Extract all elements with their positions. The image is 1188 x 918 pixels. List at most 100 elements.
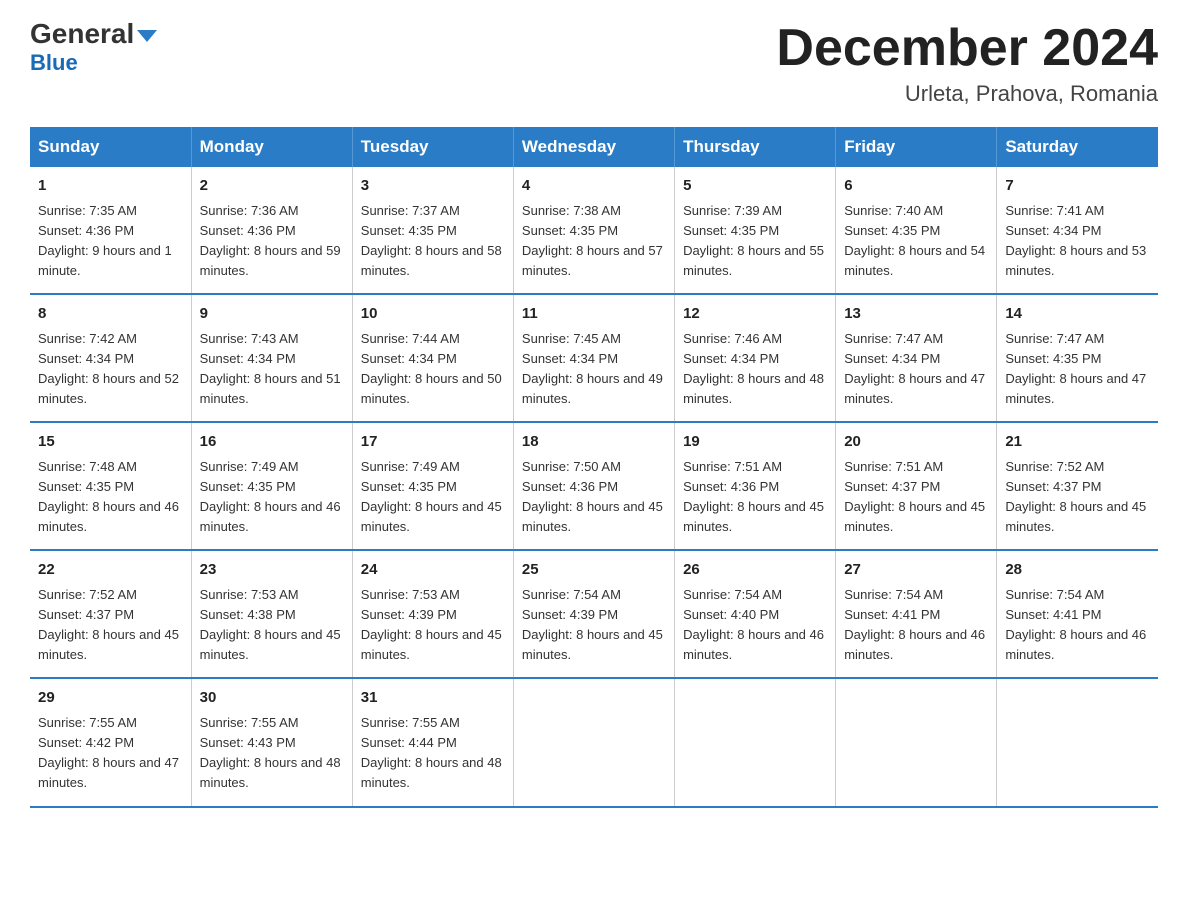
header-monday: Monday <box>191 127 352 167</box>
day-cell-30: 30 Sunrise: 7:55 AMSunset: 4:43 PMDaylig… <box>191 678 352 806</box>
day-number: 14 <box>1005 303 1150 326</box>
week-row-5: 29 Sunrise: 7:55 AMSunset: 4:42 PMDaylig… <box>30 678 1158 806</box>
day-info: Sunrise: 7:47 AMSunset: 4:34 PMDaylight:… <box>844 329 988 410</box>
day-cell-3: 3 Sunrise: 7:37 AMSunset: 4:35 PMDayligh… <box>352 167 513 294</box>
day-info: Sunrise: 7:40 AMSunset: 4:35 PMDaylight:… <box>844 201 988 282</box>
day-info: Sunrise: 7:49 AMSunset: 4:35 PMDaylight:… <box>200 457 344 538</box>
logo-general: General <box>30 20 157 48</box>
day-cell-13: 13 Sunrise: 7:47 AMSunset: 4:34 PMDaylig… <box>836 294 997 422</box>
day-number: 5 <box>683 175 827 198</box>
page-header: General Blue December 2024 Urleta, Praho… <box>30 20 1158 107</box>
day-cell-11: 11 Sunrise: 7:45 AMSunset: 4:34 PMDaylig… <box>513 294 674 422</box>
week-row-3: 15 Sunrise: 7:48 AMSunset: 4:35 PMDaylig… <box>30 422 1158 550</box>
day-cell-14: 14 Sunrise: 7:47 AMSunset: 4:35 PMDaylig… <box>997 294 1158 422</box>
day-number: 15 <box>38 431 183 454</box>
day-number: 25 <box>522 559 666 582</box>
day-info: Sunrise: 7:55 AMSunset: 4:43 PMDaylight:… <box>200 713 344 794</box>
day-number: 24 <box>361 559 505 582</box>
day-number: 21 <box>1005 431 1150 454</box>
day-number: 3 <box>361 175 505 198</box>
location: Urleta, Prahova, Romania <box>776 81 1158 107</box>
day-number: 8 <box>38 303 183 326</box>
day-info: Sunrise: 7:54 AMSunset: 4:41 PMDaylight:… <box>844 585 988 666</box>
day-cell-20: 20 Sunrise: 7:51 AMSunset: 4:37 PMDaylig… <box>836 422 997 550</box>
day-cell-17: 17 Sunrise: 7:49 AMSunset: 4:35 PMDaylig… <box>352 422 513 550</box>
day-cell-8: 8 Sunrise: 7:42 AMSunset: 4:34 PMDayligh… <box>30 294 191 422</box>
day-number: 27 <box>844 559 988 582</box>
day-cell-9: 9 Sunrise: 7:43 AMSunset: 4:34 PMDayligh… <box>191 294 352 422</box>
header-saturday: Saturday <box>997 127 1158 167</box>
day-info: Sunrise: 7:54 AMSunset: 4:41 PMDaylight:… <box>1005 585 1150 666</box>
header-friday: Friday <box>836 127 997 167</box>
empty-cell <box>836 678 997 806</box>
day-number: 13 <box>844 303 988 326</box>
day-info: Sunrise: 7:51 AMSunset: 4:37 PMDaylight:… <box>844 457 988 538</box>
day-info: Sunrise: 7:52 AMSunset: 4:37 PMDaylight:… <box>1005 457 1150 538</box>
day-info: Sunrise: 7:39 AMSunset: 4:35 PMDaylight:… <box>683 201 827 282</box>
day-info: Sunrise: 7:51 AMSunset: 4:36 PMDaylight:… <box>683 457 827 538</box>
day-number: 4 <box>522 175 666 198</box>
day-number: 2 <box>200 175 344 198</box>
day-cell-16: 16 Sunrise: 7:49 AMSunset: 4:35 PMDaylig… <box>191 422 352 550</box>
day-cell-19: 19 Sunrise: 7:51 AMSunset: 4:36 PMDaylig… <box>675 422 836 550</box>
day-cell-4: 4 Sunrise: 7:38 AMSunset: 4:35 PMDayligh… <box>513 167 674 294</box>
day-cell-22: 22 Sunrise: 7:52 AMSunset: 4:37 PMDaylig… <box>30 550 191 678</box>
day-info: Sunrise: 7:38 AMSunset: 4:35 PMDaylight:… <box>522 201 666 282</box>
empty-cell <box>513 678 674 806</box>
day-cell-25: 25 Sunrise: 7:54 AMSunset: 4:39 PMDaylig… <box>513 550 674 678</box>
header-thursday: Thursday <box>675 127 836 167</box>
day-number: 28 <box>1005 559 1150 582</box>
day-number: 6 <box>844 175 988 198</box>
day-cell-7: 7 Sunrise: 7:41 AMSunset: 4:34 PMDayligh… <box>997 167 1158 294</box>
day-info: Sunrise: 7:52 AMSunset: 4:37 PMDaylight:… <box>38 585 183 666</box>
day-cell-28: 28 Sunrise: 7:54 AMSunset: 4:41 PMDaylig… <box>997 550 1158 678</box>
week-row-2: 8 Sunrise: 7:42 AMSunset: 4:34 PMDayligh… <box>30 294 1158 422</box>
day-info: Sunrise: 7:53 AMSunset: 4:39 PMDaylight:… <box>361 585 505 666</box>
day-number: 29 <box>38 687 183 710</box>
day-info: Sunrise: 7:47 AMSunset: 4:35 PMDaylight:… <box>1005 329 1150 410</box>
empty-cell <box>997 678 1158 806</box>
day-cell-12: 12 Sunrise: 7:46 AMSunset: 4:34 PMDaylig… <box>675 294 836 422</box>
empty-cell <box>675 678 836 806</box>
logo-blue-text: Blue <box>30 50 78 76</box>
day-cell-24: 24 Sunrise: 7:53 AMSunset: 4:39 PMDaylig… <box>352 550 513 678</box>
month-title: December 2024 <box>776 20 1158 77</box>
day-number: 22 <box>38 559 183 582</box>
day-number: 7 <box>1005 175 1150 198</box>
week-row-1: 1 Sunrise: 7:35 AMSunset: 4:36 PMDayligh… <box>30 167 1158 294</box>
day-cell-2: 2 Sunrise: 7:36 AMSunset: 4:36 PMDayligh… <box>191 167 352 294</box>
day-info: Sunrise: 7:41 AMSunset: 4:34 PMDaylight:… <box>1005 201 1150 282</box>
day-cell-21: 21 Sunrise: 7:52 AMSunset: 4:37 PMDaylig… <box>997 422 1158 550</box>
day-cell-15: 15 Sunrise: 7:48 AMSunset: 4:35 PMDaylig… <box>30 422 191 550</box>
day-info: Sunrise: 7:42 AMSunset: 4:34 PMDaylight:… <box>38 329 183 410</box>
day-number: 12 <box>683 303 827 326</box>
day-number: 11 <box>522 303 666 326</box>
day-cell-5: 5 Sunrise: 7:39 AMSunset: 4:35 PMDayligh… <box>675 167 836 294</box>
day-number: 10 <box>361 303 505 326</box>
day-cell-27: 27 Sunrise: 7:54 AMSunset: 4:41 PMDaylig… <box>836 550 997 678</box>
week-row-4: 22 Sunrise: 7:52 AMSunset: 4:37 PMDaylig… <box>30 550 1158 678</box>
day-info: Sunrise: 7:54 AMSunset: 4:39 PMDaylight:… <box>522 585 666 666</box>
day-number: 20 <box>844 431 988 454</box>
day-number: 23 <box>200 559 344 582</box>
calendar-header-row: SundayMondayTuesdayWednesdayThursdayFrid… <box>30 127 1158 167</box>
header-sunday: Sunday <box>30 127 191 167</box>
day-info: Sunrise: 7:55 AMSunset: 4:42 PMDaylight:… <box>38 713 183 794</box>
title-block: December 2024 Urleta, Prahova, Romania <box>776 20 1158 107</box>
day-info: Sunrise: 7:37 AMSunset: 4:35 PMDaylight:… <box>361 201 505 282</box>
day-number: 18 <box>522 431 666 454</box>
day-cell-1: 1 Sunrise: 7:35 AMSunset: 4:36 PMDayligh… <box>30 167 191 294</box>
day-cell-18: 18 Sunrise: 7:50 AMSunset: 4:36 PMDaylig… <box>513 422 674 550</box>
day-info: Sunrise: 7:45 AMSunset: 4:34 PMDaylight:… <box>522 329 666 410</box>
day-info: Sunrise: 7:46 AMSunset: 4:34 PMDaylight:… <box>683 329 827 410</box>
day-info: Sunrise: 7:49 AMSunset: 4:35 PMDaylight:… <box>361 457 505 538</box>
day-info: Sunrise: 7:53 AMSunset: 4:38 PMDaylight:… <box>200 585 344 666</box>
day-cell-23: 23 Sunrise: 7:53 AMSunset: 4:38 PMDaylig… <box>191 550 352 678</box>
header-tuesday: Tuesday <box>352 127 513 167</box>
day-cell-6: 6 Sunrise: 7:40 AMSunset: 4:35 PMDayligh… <box>836 167 997 294</box>
day-number: 26 <box>683 559 827 582</box>
day-number: 17 <box>361 431 505 454</box>
calendar-table: SundayMondayTuesdayWednesdayThursdayFrid… <box>30 127 1158 807</box>
day-info: Sunrise: 7:54 AMSunset: 4:40 PMDaylight:… <box>683 585 827 666</box>
day-info: Sunrise: 7:43 AMSunset: 4:34 PMDaylight:… <box>200 329 344 410</box>
